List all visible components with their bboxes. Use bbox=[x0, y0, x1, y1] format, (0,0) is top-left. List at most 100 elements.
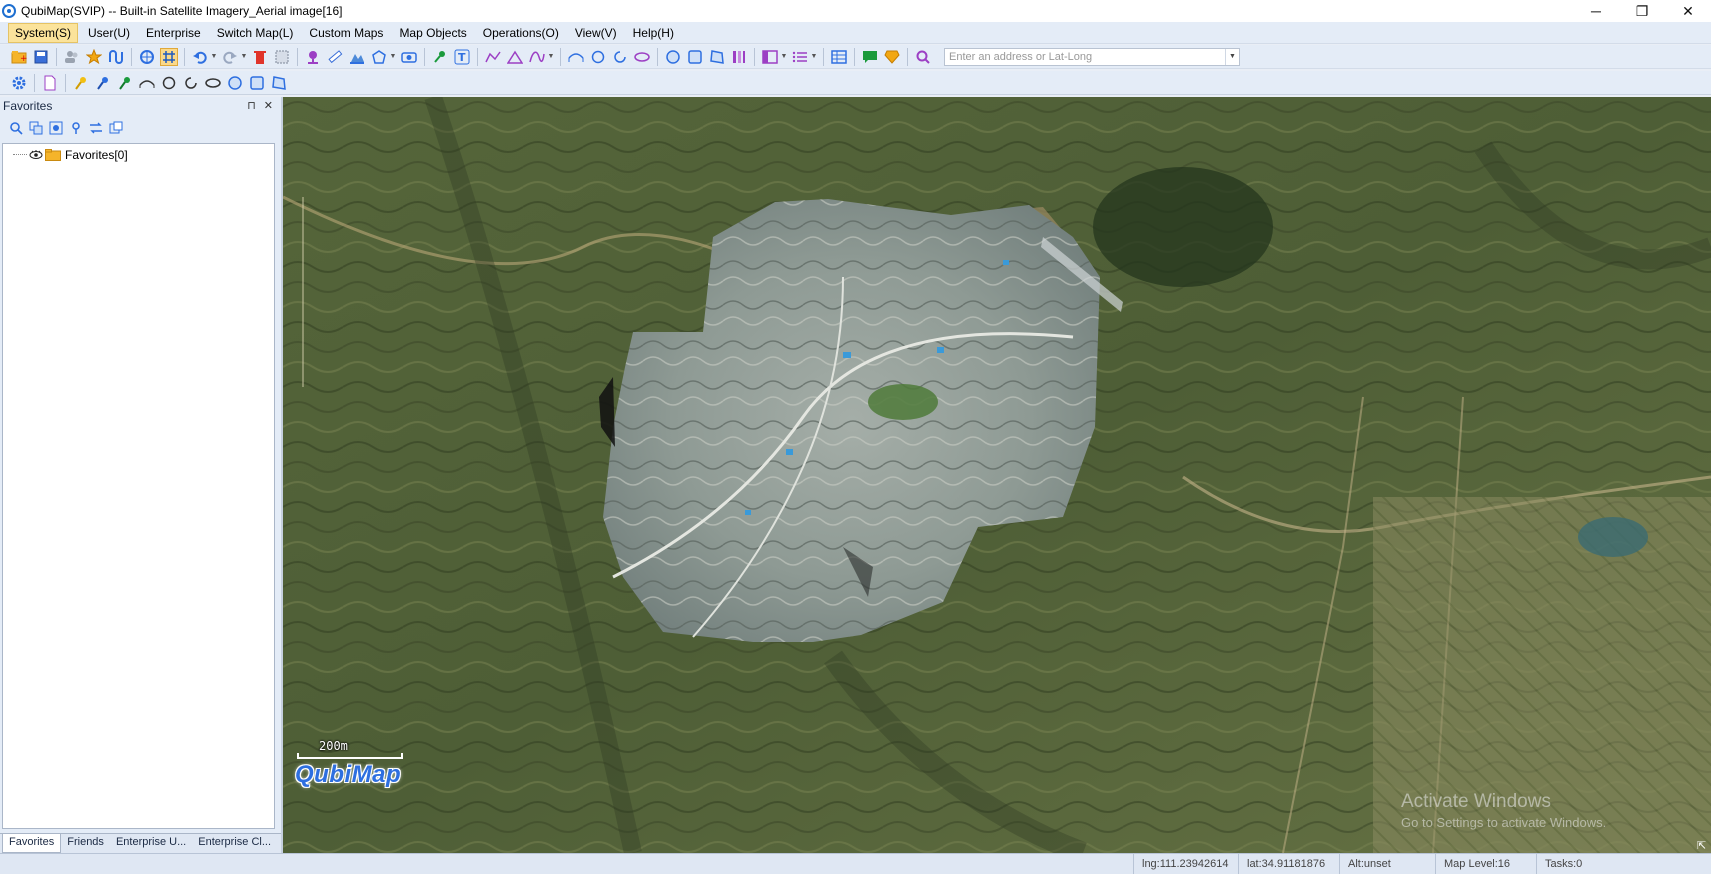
curve-dropdown-icon[interactable]: ▼ bbox=[548, 48, 555, 66]
toolbar-separator bbox=[754, 47, 755, 66]
search-icon[interactable] bbox=[914, 48, 932, 66]
menu-switch-map[interactable]: Switch Map(L) bbox=[211, 24, 300, 42]
filled-square-icon[interactable] bbox=[686, 48, 704, 66]
undo-dropdown-icon[interactable]: ▼ bbox=[211, 48, 218, 66]
restore-button[interactable]: ❐ bbox=[1619, 0, 1665, 22]
arc-circle-icon[interactable] bbox=[611, 48, 629, 66]
polygon-dropdown-icon[interactable]: ▼ bbox=[390, 48, 397, 66]
pin-green-icon[interactable] bbox=[116, 74, 134, 92]
pin-panel-button[interactable]: ⊓ bbox=[247, 99, 256, 112]
users-icon[interactable] bbox=[63, 48, 81, 66]
message-icon[interactable] bbox=[861, 48, 879, 66]
circle-outline-icon[interactable] bbox=[160, 74, 178, 92]
map-grid-icon[interactable] bbox=[160, 47, 178, 66]
pushpin-icon[interactable] bbox=[431, 48, 449, 66]
tab-enterprise-cloud[interactable]: Enterprise Cl... bbox=[192, 834, 277, 853]
menu-help[interactable]: Help(H) bbox=[627, 24, 680, 42]
arc-line-icon[interactable] bbox=[138, 74, 156, 92]
ellipse-icon[interactable] bbox=[633, 48, 651, 66]
status-altitude: Alt:unset bbox=[1340, 853, 1436, 874]
map-view[interactable]: 200m QubiMap Activate Windows Go to Sett… bbox=[283, 97, 1711, 853]
watermark-title: Activate Windows bbox=[1401, 791, 1551, 812]
polygon-tool-icon[interactable] bbox=[370, 48, 388, 66]
delete-icon[interactable] bbox=[251, 48, 269, 66]
address-search-input[interactable] bbox=[945, 48, 1221, 65]
panel-title: Favorites bbox=[3, 99, 53, 113]
list-icon[interactable] bbox=[791, 48, 809, 66]
table-icon[interactable] bbox=[830, 48, 848, 66]
map-resize-grip-icon[interactable]: ⇱ bbox=[1697, 839, 1709, 852]
save-icon[interactable] bbox=[32, 48, 50, 66]
secondary-toolbar bbox=[0, 71, 1711, 95]
settings-gear-icon[interactable] bbox=[10, 74, 28, 92]
camera-icon[interactable] bbox=[400, 48, 418, 66]
panel-export-icon[interactable] bbox=[106, 119, 126, 137]
menu-custom-maps[interactable]: Custom Maps bbox=[303, 24, 389, 42]
layers-icon[interactable] bbox=[138, 48, 156, 66]
tab-favorites[interactable]: Favorites bbox=[2, 834, 62, 853]
redo-icon[interactable] bbox=[221, 48, 239, 66]
redo-dropdown-icon[interactable]: ▼ bbox=[241, 48, 248, 66]
arc-outline-icon[interactable] bbox=[182, 74, 200, 92]
star-icon[interactable] bbox=[85, 48, 103, 66]
status-map-level: Map Level:16 bbox=[1436, 853, 1537, 874]
select-rect-icon[interactable] bbox=[273, 48, 291, 66]
poly-fill-blue-icon[interactable] bbox=[270, 74, 288, 92]
columns-icon[interactable] bbox=[730, 48, 748, 66]
track-icon[interactable] bbox=[107, 48, 125, 66]
app-logo-icon bbox=[2, 4, 16, 18]
text-tool-icon[interactable]: T bbox=[453, 48, 471, 66]
curve-icon[interactable] bbox=[528, 48, 546, 66]
pin-yellow-icon[interactable] bbox=[72, 74, 90, 92]
search-dropdown-icon[interactable]: ▼ bbox=[1225, 48, 1239, 65]
folder-icon bbox=[45, 148, 61, 161]
menu-enterprise[interactable]: Enterprise bbox=[140, 24, 207, 42]
filled-poly-icon[interactable] bbox=[708, 48, 726, 66]
qubimap-logo: QubiMap bbox=[295, 761, 402, 788]
panel-locate-icon[interactable] bbox=[46, 119, 66, 137]
panel-layout-icon[interactable] bbox=[761, 48, 779, 66]
close-panel-button[interactable]: ✕ bbox=[264, 99, 273, 112]
tab-friends[interactable]: Friends bbox=[61, 834, 110, 853]
ellipse-outline-icon[interactable] bbox=[204, 74, 222, 92]
document-icon[interactable] bbox=[41, 74, 59, 92]
pin-blue-icon[interactable] bbox=[94, 74, 112, 92]
new-folder-icon[interactable]: + bbox=[10, 48, 28, 66]
panel-marker-icon[interactable] bbox=[66, 119, 86, 137]
tab-enterprise-users[interactable]: Enterprise U... bbox=[110, 834, 192, 853]
panel-layout-dropdown-icon[interactable]: ▼ bbox=[781, 48, 788, 66]
circle-icon[interactable] bbox=[589, 48, 607, 66]
place-marker-icon[interactable] bbox=[304, 48, 322, 66]
circle-fill-blue-icon[interactable] bbox=[226, 74, 244, 92]
menu-view[interactable]: View(V) bbox=[569, 24, 623, 42]
toolbar-separator bbox=[56, 47, 57, 66]
visibility-eye-icon[interactable] bbox=[29, 149, 43, 161]
toolbar-separator bbox=[184, 47, 185, 66]
menu-system[interactable]: System(S) bbox=[8, 22, 79, 43]
tree-node-favorites[interactable]: Favorites[0] bbox=[3, 146, 274, 163]
satellite-imagery[interactable] bbox=[283, 97, 1711, 853]
undo-icon[interactable] bbox=[191, 48, 209, 66]
panel-copy-icon[interactable] bbox=[26, 119, 46, 137]
toolbar-separator bbox=[65, 73, 66, 92]
menu-map-objects[interactable]: Map Objects bbox=[393, 24, 472, 42]
toolbar-separator bbox=[907, 47, 908, 66]
minimize-button[interactable]: ─ bbox=[1573, 0, 1619, 22]
menu-operations[interactable]: Operations(O) bbox=[477, 24, 565, 42]
vip-badge-icon[interactable] bbox=[883, 48, 901, 66]
panel-search-icon[interactable] bbox=[6, 119, 26, 137]
square-fill-blue-icon[interactable] bbox=[248, 74, 266, 92]
toolbar-separator bbox=[34, 73, 35, 92]
menu-user[interactable]: User(U) bbox=[82, 24, 136, 42]
panel-sort-icon[interactable] bbox=[86, 119, 106, 137]
arc-icon[interactable] bbox=[567, 48, 585, 66]
triangle-icon[interactable] bbox=[506, 48, 524, 66]
ruler-icon[interactable] bbox=[326, 48, 344, 66]
tree-node-label: Favorites[0] bbox=[65, 147, 128, 162]
filled-circle-icon[interactable] bbox=[664, 48, 682, 66]
close-window-button[interactable]: ✕ bbox=[1665, 0, 1711, 22]
polyline-icon[interactable] bbox=[484, 48, 502, 66]
elevation-icon[interactable] bbox=[348, 48, 366, 66]
list-dropdown-icon[interactable]: ▼ bbox=[811, 48, 818, 66]
panel-toolbar bbox=[0, 115, 281, 141]
